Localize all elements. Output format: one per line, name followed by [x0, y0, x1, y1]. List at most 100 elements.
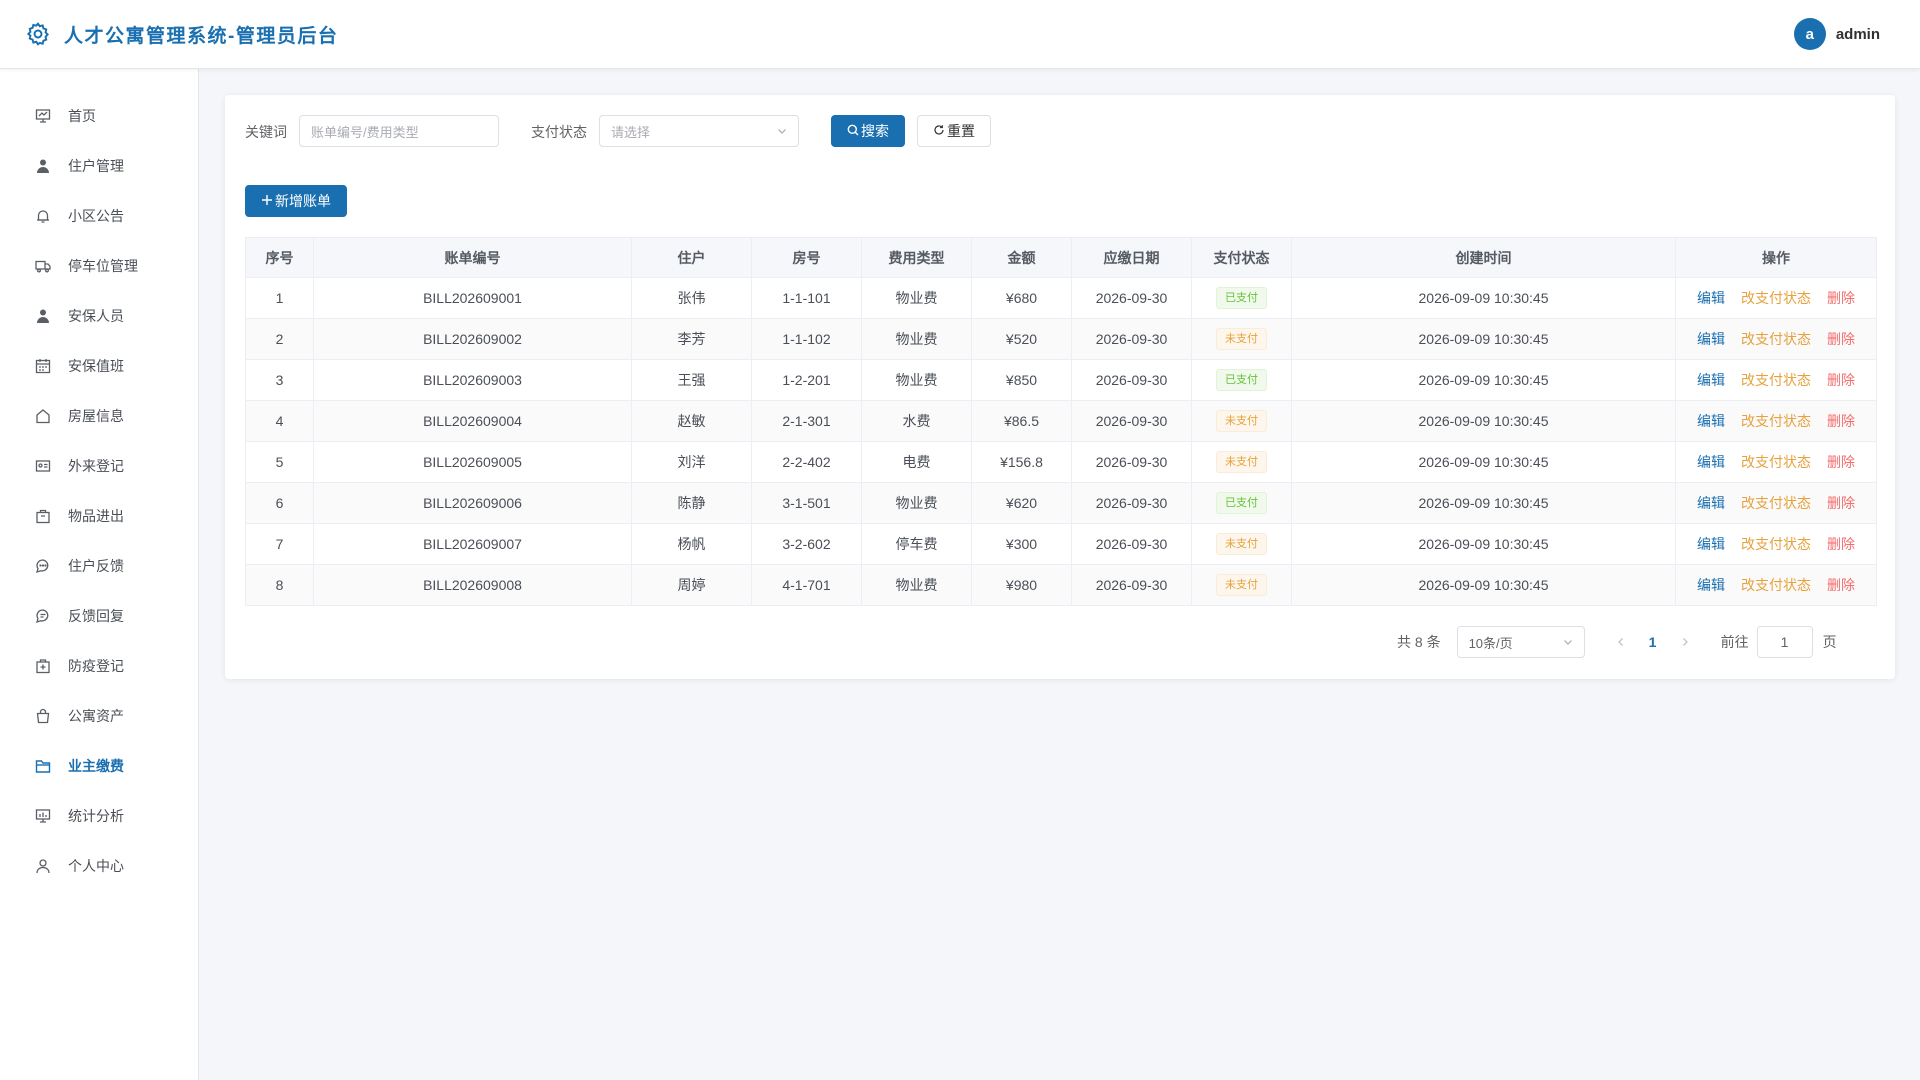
gear-icon — [24, 20, 52, 48]
table-cell-fee-type: 物业费 — [861, 277, 972, 319]
username[interactable]: admin — [1836, 26, 1880, 43]
prev-page-button[interactable] — [1609, 637, 1633, 647]
status-select[interactable]: 请选择 — [599, 115, 799, 147]
avatar[interactable]: a — [1793, 18, 1826, 50]
change-status-button[interactable]: 改支付状态 — [1741, 495, 1811, 511]
keyword-input[interactable]: 账单编号/费用类型 — [299, 115, 499, 147]
sidebar-item-label: 个人中心 — [68, 858, 124, 874]
table-cell-idx: 1 — [245, 277, 314, 319]
change-status-button[interactable]: 改支付状态 — [1741, 577, 1811, 593]
edit-button[interactable]: 编辑 — [1697, 454, 1725, 470]
bills-table: 序号 账单编号 住户 房号 费用类型 金额 应缴日期 支付状态 创建时间 操作 … — [245, 237, 1877, 606]
table-cell-fee-type: 物业费 — [861, 564, 972, 606]
sidebar: 首页 住户管理 小区公告 停车位管理 安保人员 安保值班 房屋信息 外来登记 物… — [0, 69, 199, 1080]
goto-label: 前往 — [1720, 634, 1749, 650]
sidebar-item-residents[interactable]: 住户管理 — [0, 141, 198, 191]
table-cell-bill: BILL202609004 — [313, 400, 632, 442]
table-cell-resident: 杨帆 — [631, 523, 752, 565]
sidebar-item-label: 防疫登记 — [68, 658, 124, 674]
table-cell-room: 2-1-301 — [751, 400, 862, 442]
sidebar-item-label: 统计分析 — [68, 808, 124, 824]
table-row: 2 BILL202609002 李芳 1-1-102 物业费 ¥520 2026-09-30… — [245, 318, 1877, 360]
page-size-value: 10条/页 — [1468, 635, 1513, 651]
delete-button[interactable]: 删除 — [1827, 495, 1855, 511]
table-cell-bill: BILL202609002 — [313, 318, 632, 360]
change-status-button[interactable]: 改支付状态 — [1741, 536, 1811, 552]
table-cell-status: 未支付 — [1191, 441, 1292, 483]
edit-button[interactable]: 编辑 — [1697, 290, 1725, 306]
table-cell-due: 2026-09-30 — [1071, 482, 1192, 524]
chart-icon — [34, 807, 52, 825]
delete-button[interactable]: 删除 — [1827, 413, 1855, 429]
edit-button[interactable]: 编辑 — [1697, 372, 1725, 388]
user-icon — [34, 157, 52, 175]
delete-button[interactable]: 删除 — [1827, 454, 1855, 470]
sidebar-item-label: 物品进出 — [68, 508, 124, 524]
sidebar-item-visitors[interactable]: 外来登记 — [0, 441, 198, 491]
edit-button[interactable]: 编辑 — [1697, 413, 1725, 429]
table-row: 6 BILL202609006 陈静 3-1-501 物业费 ¥620 2026-09-30… — [245, 482, 1877, 524]
page-number-current[interactable]: 1 — [1633, 634, 1673, 650]
reset-button[interactable]: 重置 — [917, 115, 991, 147]
edit-button[interactable]: 编辑 — [1697, 331, 1725, 347]
delete-button[interactable]: 删除 — [1827, 290, 1855, 306]
goto-page-input[interactable]: 1 — [1756, 626, 1813, 658]
table-cell-actions: 编辑 改支付状态 删除 — [1675, 482, 1877, 524]
edit-button[interactable]: 编辑 — [1697, 577, 1725, 593]
sidebar-item-parking[interactable]: 停车位管理 — [0, 241, 198, 291]
table-cell-actions: 编辑 改支付状态 删除 — [1675, 523, 1877, 565]
sidebar-item-owner-payment[interactable]: 业主缴费 — [0, 741, 198, 791]
edit-button[interactable]: 编辑 — [1697, 495, 1725, 511]
delete-button[interactable]: 删除 — [1827, 331, 1855, 347]
table-cell-status: 已支付 — [1191, 359, 1292, 401]
table-cell-idx: 3 — [245, 359, 314, 401]
change-status-button[interactable]: 改支付状态 — [1741, 290, 1811, 306]
plus-icon — [261, 193, 275, 209]
sidebar-item-goods[interactable]: 物品进出 — [0, 491, 198, 541]
table-cell-resident: 刘洋 — [631, 441, 752, 483]
table-cell-amount: ¥620 — [971, 482, 1072, 524]
change-status-button[interactable]: 改支付状态 — [1741, 413, 1811, 429]
user-menu[interactable]: a admin — [1793, 18, 1880, 50]
table-cell-due: 2026-09-30 — [1071, 318, 1192, 360]
box-icon — [34, 507, 52, 525]
bag-icon — [34, 707, 52, 725]
change-status-button[interactable]: 改支付状态 — [1741, 331, 1811, 347]
table-cell-bill: BILL202609006 — [313, 482, 632, 524]
table-row: 7 BILL202609007 杨帆 3-2-602 停车费 ¥300 2026-09-30… — [245, 523, 1877, 565]
sidebar-item-label: 外来登记 — [68, 458, 124, 474]
sidebar-item-profile[interactable]: 个人中心 — [0, 841, 198, 891]
sidebar-item-epidemic[interactable]: 防疫登记 — [0, 641, 198, 691]
add-bill-button[interactable]: 新增账单 — [245, 185, 347, 217]
edit-button[interactable]: 编辑 — [1697, 536, 1725, 552]
sidebar-item-home[interactable]: 首页 — [0, 91, 198, 141]
sidebar-item-feedback-reply[interactable]: 反馈回复 — [0, 591, 198, 641]
next-page-button[interactable] — [1673, 637, 1697, 647]
sidebar-item-announcements[interactable]: 小区公告 — [0, 191, 198, 241]
sidebar-item-security-duty[interactable]: 安保值班 — [0, 341, 198, 391]
page-size-select[interactable]: 10条/页 — [1456, 626, 1585, 658]
sidebar-item-feedback[interactable]: 住户反馈 — [0, 541, 198, 591]
delete-button[interactable]: 删除 — [1827, 536, 1855, 552]
sidebar-item-label: 安保人员 — [68, 308, 124, 324]
table-cell-actions: 编辑 改支付状态 删除 — [1675, 359, 1877, 401]
table-cell-amount: ¥850 — [971, 359, 1072, 401]
table-cell-bill: BILL202609001 — [313, 277, 632, 319]
change-status-button[interactable]: 改支付状态 — [1741, 372, 1811, 388]
search-button[interactable]: 搜索 — [831, 115, 905, 147]
sidebar-item-statistics[interactable]: 统计分析 — [0, 791, 198, 841]
table-cell-actions: 编辑 改支付状态 删除 — [1675, 564, 1877, 606]
status-badge: 已支付 — [1216, 287, 1267, 309]
change-status-button[interactable]: 改支付状态 — [1741, 454, 1811, 470]
sidebar-item-housing[interactable]: 房屋信息 — [0, 391, 198, 441]
sidebar-item-security-staff[interactable]: 安保人员 — [0, 291, 198, 341]
delete-button[interactable]: 删除 — [1827, 577, 1855, 593]
table-cell-resident: 李芳 — [631, 318, 752, 360]
table-cell-room: 3-2-602 — [751, 523, 862, 565]
table-row: 8 BILL202609008 周婷 4-1-701 物业费 ¥980 2026-09-30… — [245, 564, 1877, 606]
delete-button[interactable]: 删除 — [1827, 372, 1855, 388]
sidebar-item-assets[interactable]: 公寓资产 — [0, 691, 198, 741]
calendar-icon — [34, 357, 52, 375]
dashboard-icon — [34, 107, 52, 125]
status-badge: 未支付 — [1216, 533, 1267, 555]
